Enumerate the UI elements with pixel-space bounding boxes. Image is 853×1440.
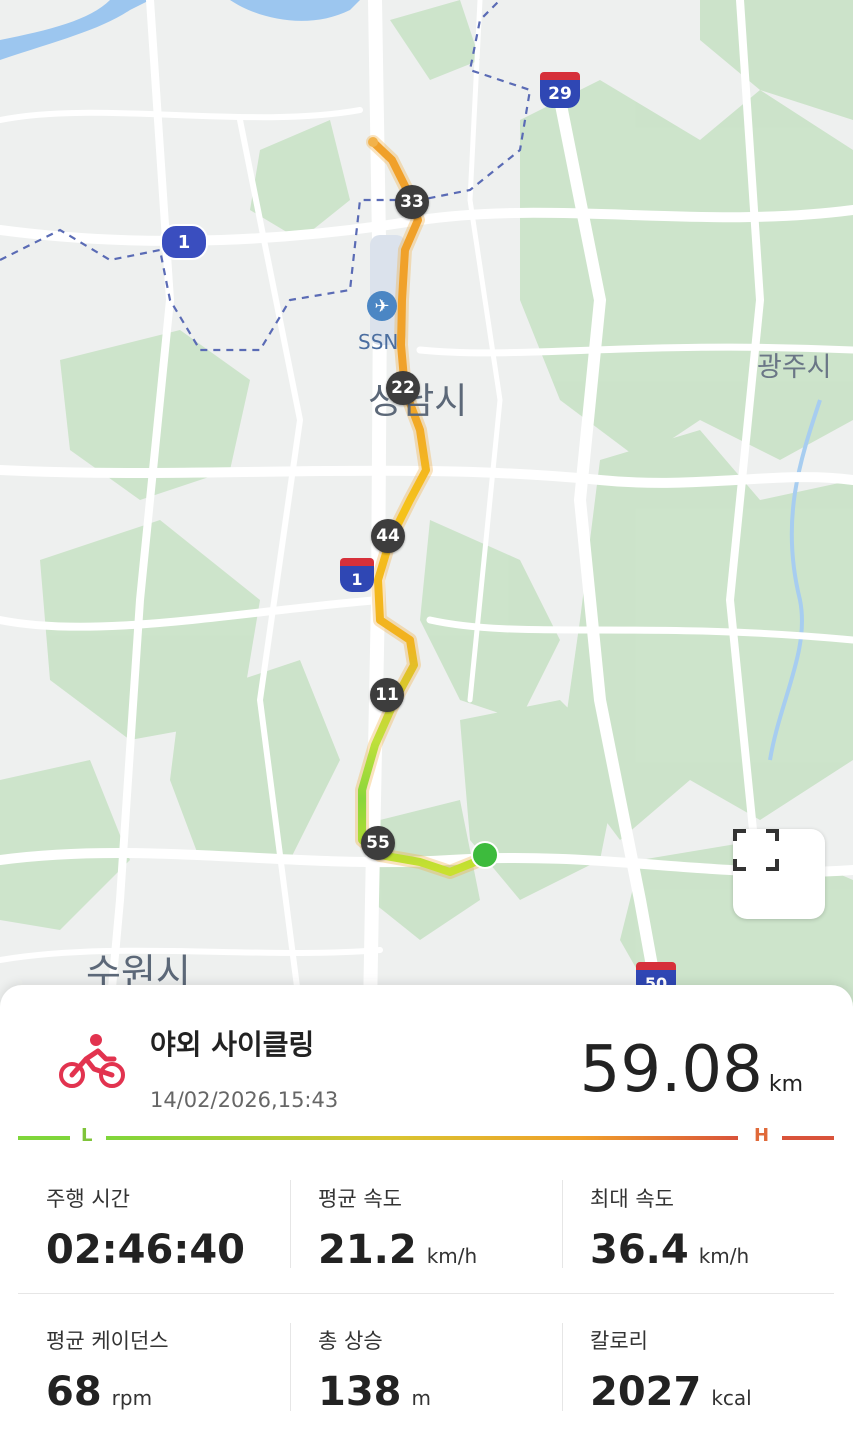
expand-icon <box>733 829 779 871</box>
stat-label: 평균 케이던스 <box>46 1329 169 1353</box>
km-marker: 11 <box>370 678 404 712</box>
stat-unit: kcal <box>711 1386 752 1410</box>
activity-summary-panel: 야외 사이클링 14/02/2026,15:43 59.08 km L H 주행… <box>0 985 853 1440</box>
stat-value: 2027 <box>590 1369 702 1415</box>
interstate-1-shield: 1 <box>340 558 374 592</box>
stat-unit: km/h <box>426 1244 478 1268</box>
stat-value: 68 <box>46 1369 102 1415</box>
bicycle-icon <box>59 1034 125 1088</box>
stat-label: 평균 속도 <box>318 1187 402 1211</box>
distance-unit: km <box>768 1072 803 1097</box>
km-marker: 55 <box>361 826 395 860</box>
distance-value: 59.08 <box>579 1033 763 1107</box>
map-background <box>0 0 853 1010</box>
city-label-gwangju: 광주시 <box>757 352 832 383</box>
stat-avg-speed: 평균 속도 21.2 km/h <box>318 1183 558 1273</box>
stat-unit: km/h <box>698 1244 750 1268</box>
stat-unit: rpm <box>111 1386 153 1410</box>
airport-icon: ✈ <box>367 291 397 321</box>
stat-value: 36.4 <box>590 1227 689 1273</box>
stat-avg-cadence: 평균 케이던스 68 rpm <box>46 1325 286 1415</box>
stat-label: 주행 시간 <box>46 1187 130 1211</box>
airport-label: SSN <box>358 330 399 354</box>
scale-low-label: L <box>81 1125 93 1146</box>
route-1-shield: 1 <box>160 224 208 260</box>
stat-max-speed: 최대 속도 36.4 km/h <box>590 1183 830 1273</box>
fullscreen-button[interactable] <box>733 829 825 919</box>
stat-total-ascent: 총 상승 138 m <box>318 1325 558 1415</box>
km-marker: 22 <box>386 371 420 405</box>
route-map[interactable]: 1 29 1 50 ✈ SSN 성남시 광주시 수원시 33 22 44 11 … <box>0 0 853 1010</box>
stat-label: 칼로리 <box>590 1329 648 1353</box>
scale-high-label: H <box>754 1125 770 1146</box>
stat-value: 138 <box>318 1369 402 1415</box>
total-distance: 59.08 km <box>580 1033 803 1107</box>
activity-date: 14/02/2026,15:43 <box>150 1088 339 1112</box>
km-marker: 44 <box>371 519 405 553</box>
interstate-29-shield: 29 <box>540 72 580 108</box>
stat-value: 02:46:40 <box>46 1227 245 1273</box>
stat-value: 21.2 <box>318 1227 417 1273</box>
stat-label: 최대 속도 <box>590 1187 674 1211</box>
stat-riding-time: 주행 시간 02:46:40 <box>46 1183 286 1273</box>
stat-calories: 칼로리 2027 kcal <box>590 1325 830 1415</box>
stat-label: 총 상승 <box>318 1329 383 1353</box>
km-marker: 33 <box>395 185 429 219</box>
activity-title: 야외 사이클링 <box>150 1028 315 1061</box>
speed-color-scale: L H <box>18 1125 834 1151</box>
stat-unit: m <box>411 1386 431 1410</box>
